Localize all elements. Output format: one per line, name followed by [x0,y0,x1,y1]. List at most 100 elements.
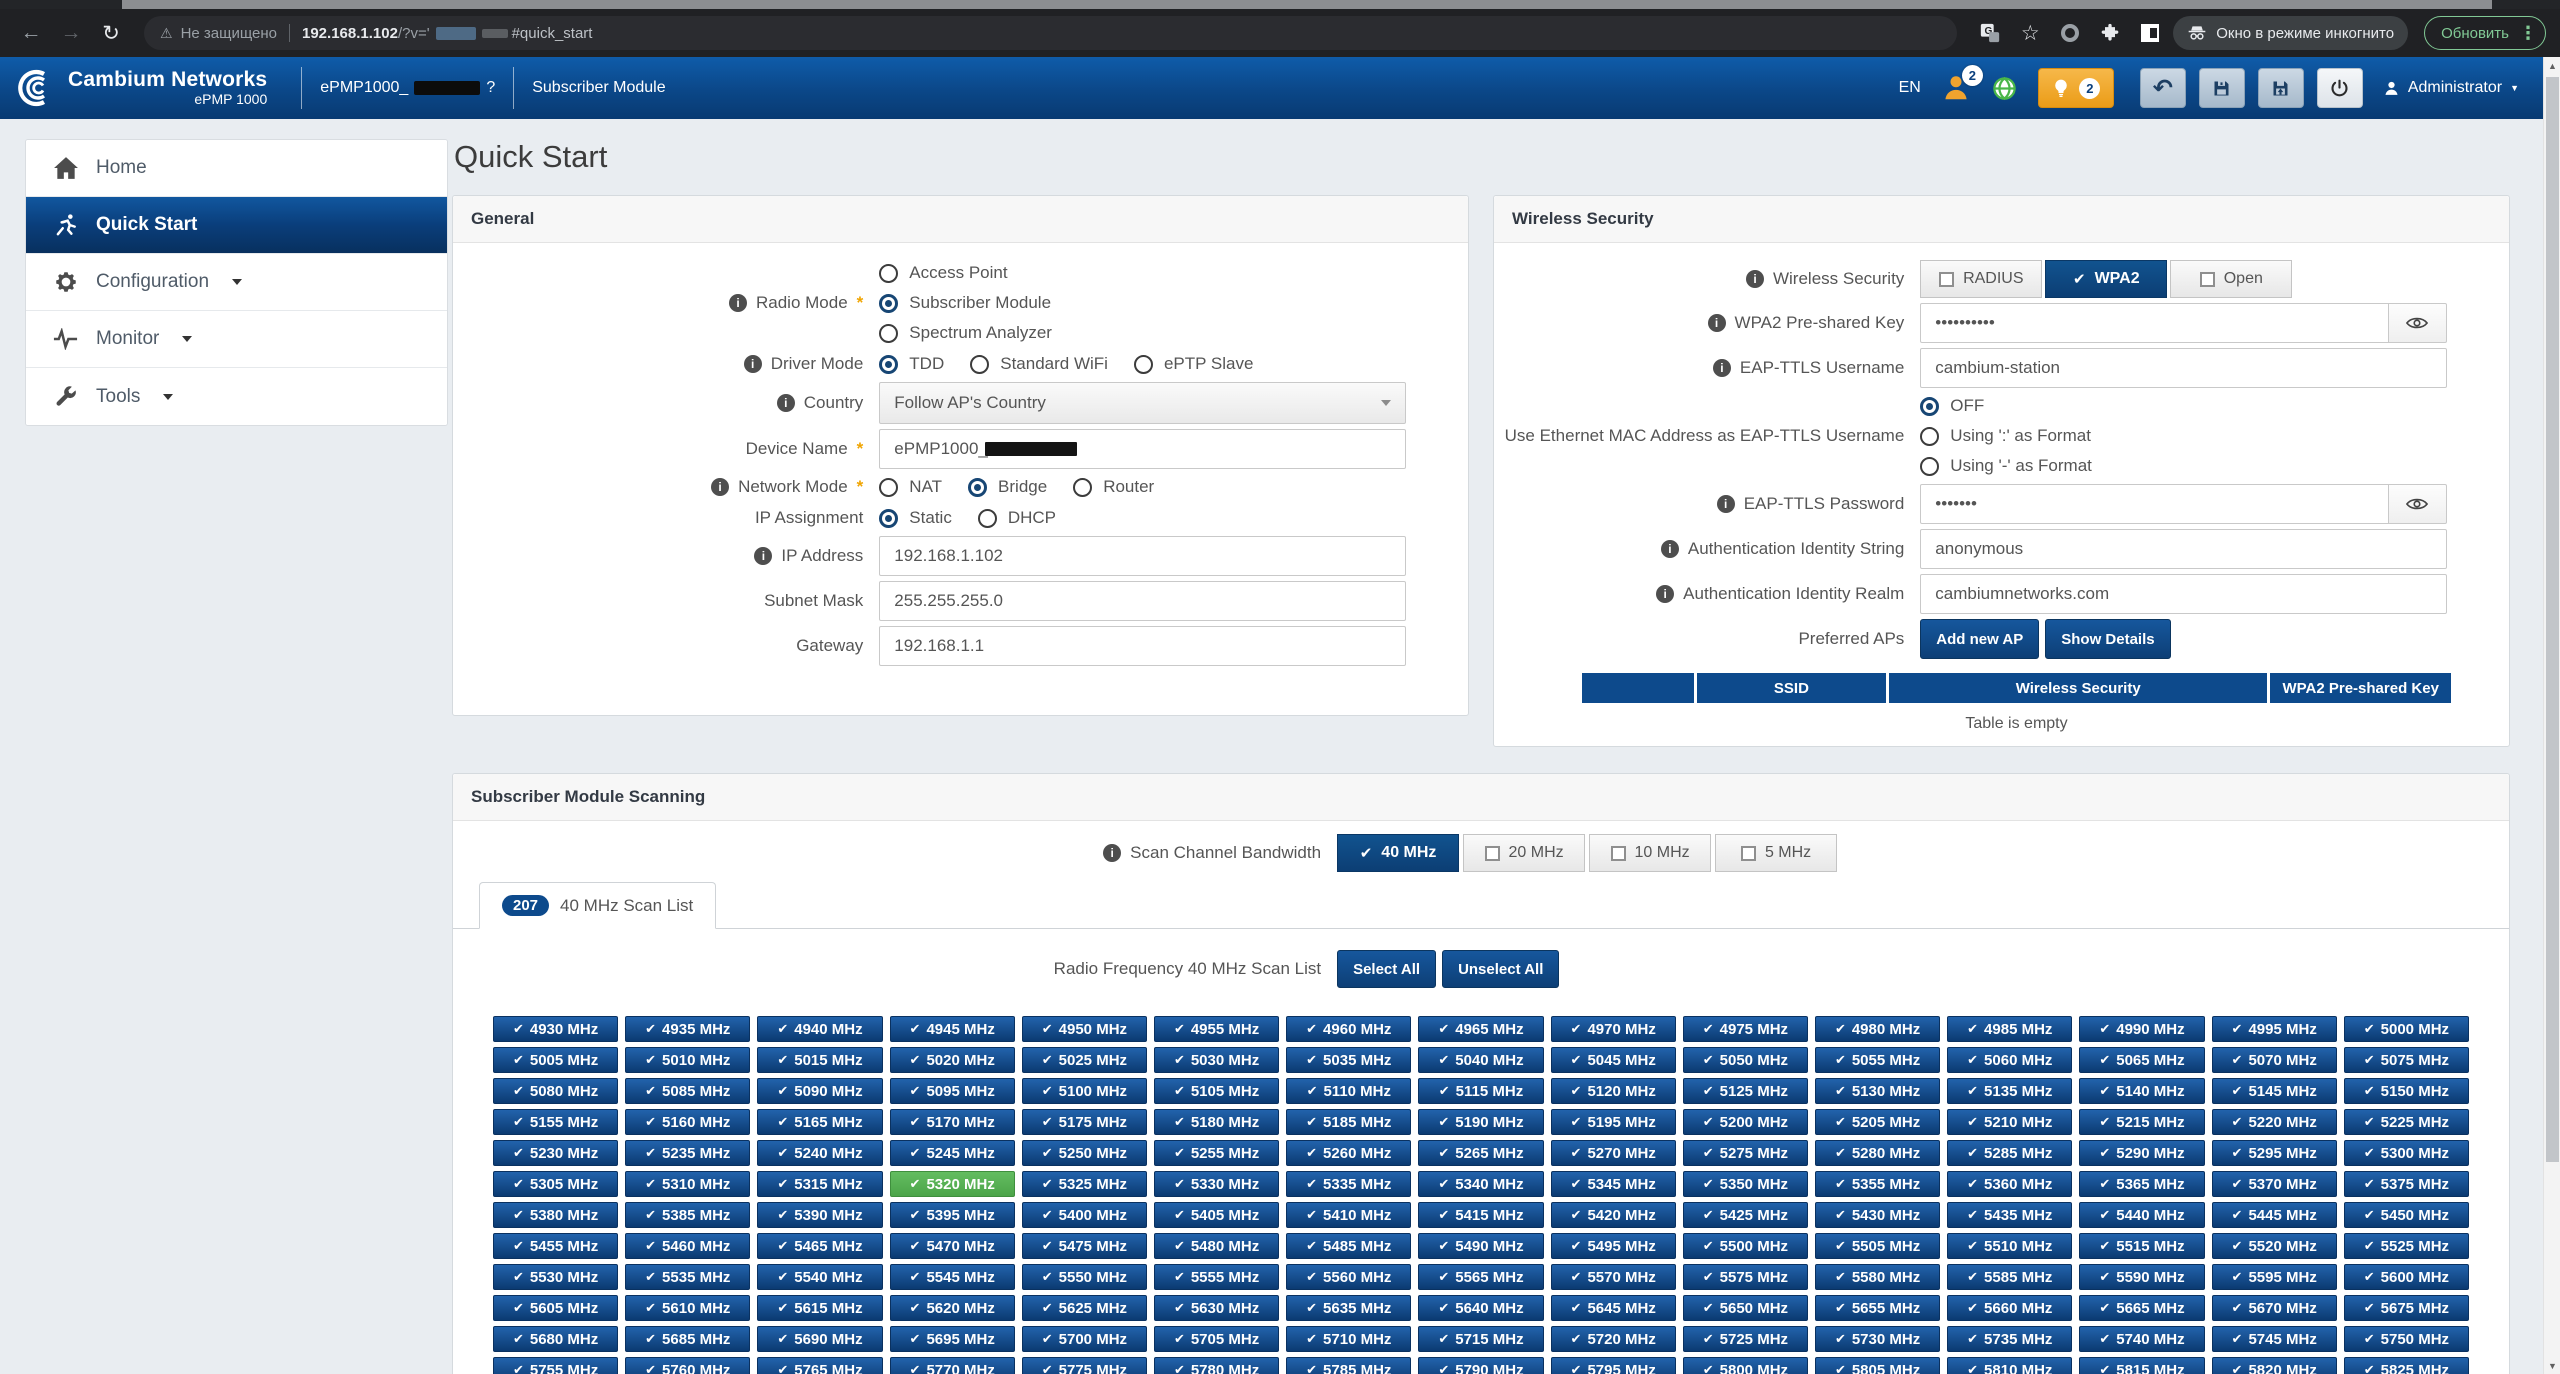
frequency-button[interactable]: ✔4960 MHz [1286,1016,1411,1042]
frequency-button[interactable]: ✔5320 MHz [890,1171,1015,1197]
frequency-button[interactable]: ✔5530 MHz [493,1264,618,1290]
frequency-button[interactable]: ✔5710 MHz [1286,1326,1411,1352]
frequency-button[interactable]: ✔5100 MHz [1022,1078,1147,1104]
frequency-button[interactable]: ✔5145 MHz [2212,1078,2337,1104]
frequency-button[interactable]: ✔5340 MHz [1418,1171,1543,1197]
forward-icon[interactable]: → [54,16,88,50]
frequency-button[interactable]: ✔5690 MHz [757,1326,882,1352]
undo-button[interactable]: ↶ [2140,68,2186,108]
frequency-button[interactable]: ✔5780 MHz [1154,1357,1279,1374]
unselect-all-button[interactable]: Unselect All [1442,950,1559,988]
info-icon[interactable]: i [744,355,762,373]
frequency-button[interactable]: ✔5610 MHz [625,1295,750,1321]
info-icon[interactable]: i [1656,585,1674,603]
security-radius-toggle[interactable]: RADIUS [1920,260,2042,298]
country-select[interactable]: Follow AP's Country [879,382,1406,424]
frequency-button[interactable]: ✔5615 MHz [757,1295,882,1321]
frequency-button[interactable]: ✔4995 MHz [2212,1016,2337,1042]
scroll-up-icon[interactable]: ▲ [2544,57,2560,74]
frequency-button[interactable]: ✔5020 MHz [890,1047,1015,1073]
frequency-button[interactable]: ✔5545 MHz [890,1264,1015,1290]
frequency-button[interactable]: ✔5210 MHz [1947,1109,2072,1135]
frequency-button[interactable]: ✔5205 MHz [1815,1109,1940,1135]
frequency-button[interactable]: ✔5255 MHz [1154,1140,1279,1166]
frequency-button[interactable]: ✔5220 MHz [2212,1109,2337,1135]
frequency-button[interactable]: ✔5295 MHz [2212,1140,2337,1166]
frequency-button[interactable]: ✔5520 MHz [2212,1233,2337,1259]
info-icon[interactable]: i [777,394,795,412]
security-wpa2-toggle[interactable]: ✔WPA2 [2045,260,2167,298]
frequency-button[interactable]: ✔5635 MHz [1286,1295,1411,1321]
frequency-button[interactable]: ✔5110 MHz [1286,1078,1411,1104]
frequency-button[interactable]: ✔5325 MHz [1022,1171,1147,1197]
frequency-button[interactable]: ✔5700 MHz [1022,1326,1147,1352]
frequency-button[interactable]: ✔5240 MHz [757,1140,882,1166]
frequency-button[interactable]: ✔5740 MHz [2079,1326,2204,1352]
eap-ttls-username-input[interactable] [1920,348,2447,388]
network-mode-router[interactable]: Router [1073,474,1154,500]
gateway-input[interactable] [879,626,1406,666]
frequency-button[interactable]: ✔5070 MHz [2212,1047,2337,1073]
sidebar-item-tools[interactable]: Tools [26,368,447,425]
frequency-button[interactable]: ✔5595 MHz [2212,1264,2337,1290]
bookmark-star-icon[interactable]: ☆ [2013,16,2047,50]
frequency-button[interactable]: ✔5350 MHz [1683,1171,1808,1197]
frequency-button[interactable]: ✔4950 MHz [1022,1016,1147,1042]
frequency-button[interactable]: ✔5090 MHz [757,1078,882,1104]
frequency-button[interactable]: ✔5335 MHz [1286,1171,1411,1197]
frequency-button[interactable]: ✔5525 MHz [2344,1233,2469,1259]
frequency-button[interactable]: ✔5015 MHz [757,1047,882,1073]
save-button[interactable] [2199,68,2245,108]
frequency-button[interactable]: ✔4935 MHz [625,1016,750,1042]
frequency-button[interactable]: ✔4945 MHz [890,1016,1015,1042]
frequency-button[interactable]: ✔5565 MHz [1418,1264,1543,1290]
info-icon[interactable]: i [1746,270,1764,288]
frequency-button[interactable]: ✔5275 MHz [1683,1140,1808,1166]
frequency-button[interactable]: ✔5770 MHz [890,1357,1015,1374]
frequency-button[interactable]: ✔5285 MHz [1947,1140,2072,1166]
bandwidth-20mhz-toggle[interactable]: 20 MHz [1463,834,1585,872]
frequency-button[interactable]: ✔5065 MHz [2079,1047,2204,1073]
frequency-button[interactable]: ✔5665 MHz [2079,1295,2204,1321]
info-icon[interactable]: i [711,478,729,496]
frequency-button[interactable]: ✔5005 MHz [493,1047,618,1073]
frequency-button[interactable]: ✔5480 MHz [1154,1233,1279,1259]
frequency-button[interactable]: ✔5435 MHz [1947,1202,2072,1228]
driver-mode-eptp-slave[interactable]: ePTP Slave [1134,351,1253,377]
add-new-ap-button[interactable]: Add new AP [1920,619,2039,659]
frequency-button[interactable]: ✔5670 MHz [2212,1295,2337,1321]
frequency-button[interactable]: ✔5370 MHz [2212,1171,2337,1197]
extension-square-icon[interactable] [2133,16,2167,50]
network-mode-nat[interactable]: NAT [879,474,942,500]
scrollbar-thumb[interactable] [2546,77,2559,1162]
info-icon[interactable]: i [1717,495,1735,513]
frequency-button[interactable]: ✔5440 MHz [2079,1202,2204,1228]
frequency-button[interactable]: ✔5720 MHz [1551,1326,1676,1352]
frequency-button[interactable]: ✔5175 MHz [1022,1109,1147,1135]
frequency-button[interactable]: ✔5795 MHz [1551,1357,1676,1374]
frequency-button[interactable]: ✔5560 MHz [1286,1264,1411,1290]
frequency-button[interactable]: ✔5105 MHz [1154,1078,1279,1104]
frequency-button[interactable]: ✔5160 MHz [625,1109,750,1135]
frequency-button[interactable]: ✔5400 MHz [1022,1202,1147,1228]
frequency-button[interactable]: ✔5600 MHz [2344,1264,2469,1290]
wpa2-psk-input[interactable] [1920,303,2389,343]
frequency-button[interactable]: ✔5035 MHz [1286,1047,1411,1073]
frequency-button[interactable]: ✔5375 MHz [2344,1171,2469,1197]
frequency-button[interactable]: ✔5040 MHz [1418,1047,1543,1073]
frequency-button[interactable]: ✔5395 MHz [890,1202,1015,1228]
frequency-button[interactable]: ✔5810 MHz [1947,1357,2072,1374]
alerts-button[interactable]: 2 [2038,68,2114,108]
frequency-button[interactable]: ✔5030 MHz [1154,1047,1279,1073]
frequency-button[interactable]: ✔4980 MHz [1815,1016,1940,1042]
frequency-button[interactable]: ✔5455 MHz [493,1233,618,1259]
network-status-button[interactable] [1991,75,2018,102]
frequency-button[interactable]: ✔5675 MHz [2344,1295,2469,1321]
frequency-button[interactable]: ✔5800 MHz [1683,1357,1808,1374]
frequency-button[interactable]: ✔5705 MHz [1154,1326,1279,1352]
frequency-button[interactable]: ✔5485 MHz [1286,1233,1411,1259]
frequency-button[interactable]: ✔5420 MHz [1551,1202,1676,1228]
frequency-button[interactable]: ✔5150 MHz [2344,1078,2469,1104]
frequency-button[interactable]: ✔5775 MHz [1022,1357,1147,1374]
mac-format-dash[interactable]: Using '-' as Format [1920,453,2092,479]
